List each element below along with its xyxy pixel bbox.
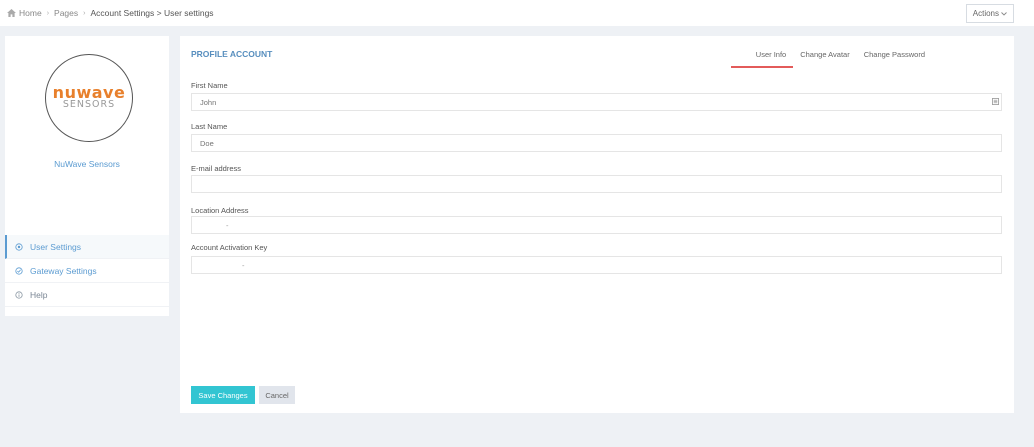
tab-user-info[interactable]: User Info [730,50,794,68]
location-value: - [226,220,229,230]
profile-tabs: User Info Change Avatar Change Password [730,50,932,68]
sidebar-item-help[interactable]: Help [5,283,169,307]
sidebar-item-label: User Settings [30,241,82,252]
activation-key-field[interactable]: - [191,256,1002,274]
check-circle-icon [15,266,23,275]
logo-subtitle: SENSORS [62,99,116,110]
profile-name: NuWave Sensors [54,159,120,169]
sidebar-item-user-settings[interactable]: User Settings [5,235,169,259]
company-logo: nuwave SENSORS [45,54,133,142]
last-name-field[interactable] [191,134,1002,152]
sidebar-item-label: Gateway Settings [30,265,97,276]
info-icon [15,290,23,299]
actions-dropdown-button[interactable]: Actions [965,4,1014,23]
activation-key-label: Account Activation Key [191,243,268,252]
breadcrumb-pages[interactable]: Pages [54,8,78,18]
save-changes-button[interactable]: Save Changes [191,386,255,404]
panel-title: PROFILE ACCOUNT [191,49,273,59]
location-field[interactable]: - [191,216,1002,234]
top-bar: Home › Pages › Account Settings > User s… [0,0,1034,26]
first-name-field[interactable] [191,93,1002,111]
actions-label: Actions [972,9,999,18]
sidebar-item-gateway-settings[interactable]: Gateway Settings [5,259,169,283]
email-label: E-mail address [191,164,242,173]
breadcrumb-separator-icon: › [46,9,50,17]
breadcrumb-current: Account Settings > User settings [90,8,214,18]
chevron-down-icon [1001,11,1007,16]
tab-change-avatar[interactable]: Change Avatar [793,50,856,68]
breadcrumb-home[interactable]: Home [19,8,42,18]
tab-change-password[interactable]: Change Password [857,50,932,68]
autofill-icon [992,98,999,105]
home-icon [7,9,16,17]
breadcrumb: Home › Pages › Account Settings > User s… [7,8,214,18]
user-settings-icon [15,242,23,251]
sidebar-item-label: Help [30,289,48,300]
email-field[interactable] [191,175,1002,193]
activation-key-value: - [242,260,245,270]
logo-wordmark: nuwave [52,83,126,102]
profile-sidebar: nuwave SENSORS NuWave Sensors User Setti… [5,36,169,316]
location-label: Location Address [191,206,249,215]
first-name-label: First Name [191,81,228,90]
breadcrumb-separator-icon: › [83,9,86,17]
last-name-label: Last Name [191,122,228,131]
sidebar-nav: User Settings Gateway Settings Help [5,235,169,307]
cancel-button[interactable]: Cancel [259,386,295,404]
profile-panel: PROFILE ACCOUNT User Info Change Avatar … [180,36,1014,413]
